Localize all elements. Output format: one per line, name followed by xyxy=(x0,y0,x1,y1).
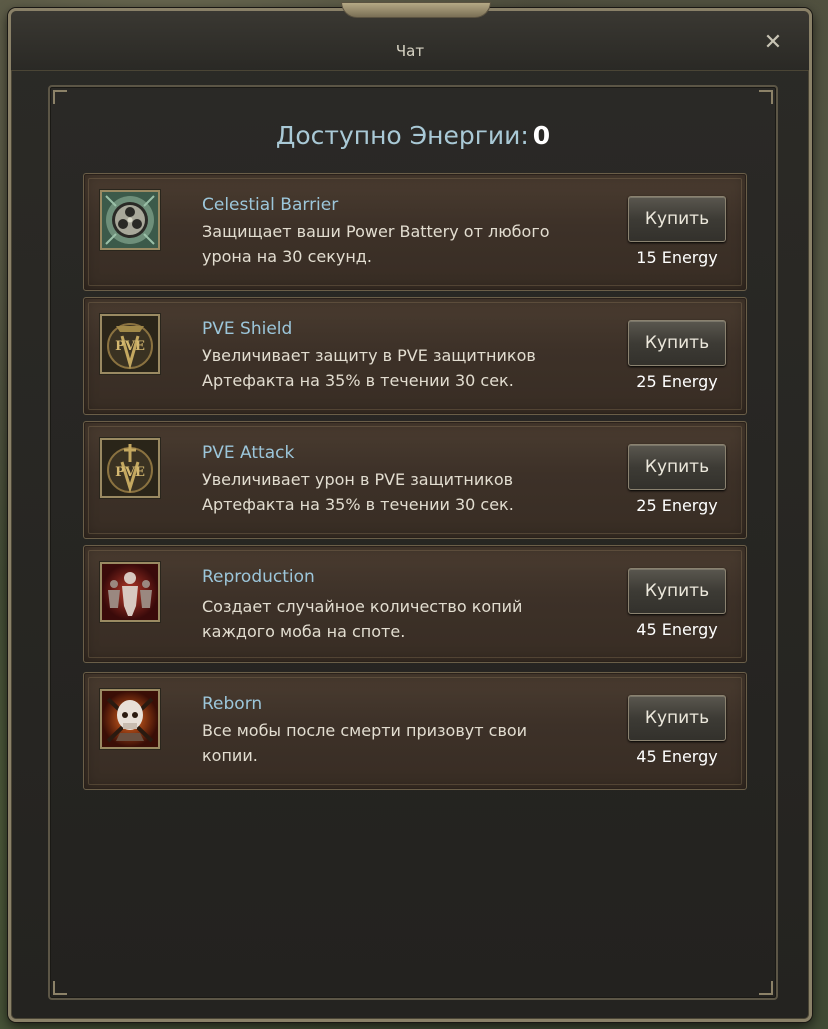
reproduction-icon xyxy=(100,562,160,622)
item-price: 45 Energy xyxy=(636,747,718,766)
item-price: 15 Energy xyxy=(636,248,718,267)
shop-item-reproduction: Reproduction Создает случайное количеств… xyxy=(83,545,747,663)
item-desc-line: урона на 30 секунд. xyxy=(202,247,372,266)
pve-attack-icon: PVE xyxy=(100,438,160,498)
buy-button-reborn[interactable]: Купить xyxy=(628,695,726,741)
item-name: Reborn xyxy=(202,694,263,714)
celestial-barrier-icon xyxy=(100,190,160,250)
reborn-icon-graphic xyxy=(102,691,158,747)
buy-button-pve-shield[interactable]: Купить xyxy=(628,320,726,366)
shop-item-pve-attack: PVE PVE Attack Увеличивает урон в PVE за… xyxy=(83,421,747,539)
item-price: 25 Energy xyxy=(636,372,718,391)
item-price: 25 Energy xyxy=(636,496,718,515)
item-name: Reproduction xyxy=(202,567,315,587)
reborn-icon xyxy=(100,689,160,749)
buy-button-reproduction[interactable]: Купить xyxy=(628,568,726,614)
item-name: Celestial Barrier xyxy=(202,195,339,215)
svg-text:PVE: PVE xyxy=(115,339,145,354)
energy-label: Доступно Энергии: xyxy=(275,121,529,150)
buy-button-pve-attack[interactable]: Купить xyxy=(628,444,726,490)
shop-item-pve-shield: PVE PVE Shield Увеличивает защиту в PVE … xyxy=(83,297,747,415)
window-titlebar[interactable]: Чат ✕ xyxy=(11,2,809,71)
pve-shield-icon-graphic: PVE xyxy=(102,316,158,372)
celestial-barrier-icon-graphic xyxy=(102,192,158,248)
item-desc-line: копии. xyxy=(202,746,258,765)
item-description: Увеличивает урон в PVE защитников Артефа… xyxy=(202,467,622,517)
item-desc-line: Создает случайное количество копий xyxy=(202,597,523,616)
item-name: PVE Shield xyxy=(202,319,293,339)
corner-ornament xyxy=(759,981,773,995)
energy-header: Доступно Энергии: 0 xyxy=(50,121,776,150)
close-button[interactable]: ✕ xyxy=(761,31,785,55)
title-ornament xyxy=(341,2,491,18)
shop-item-celestial-barrier: Celestial Barrier Защищает ваши Power Ba… xyxy=(83,173,747,291)
energy-value: 0 xyxy=(532,121,551,150)
chat-window: Чат ✕ Доступно Энергии: 0 Celestial Barr… xyxy=(8,2,812,1022)
item-desc-line: Увеличивает урон в PVE защитников xyxy=(202,470,514,489)
item-description: Создает случайное количество копий каждо… xyxy=(202,594,622,644)
item-desc-line: Защищает ваши Power Battery от любого xyxy=(202,222,550,241)
item-name: PVE Attack xyxy=(202,443,295,463)
item-desc-line: Увеличивает защиту в PVE защитников xyxy=(202,346,536,365)
pve-shield-icon: PVE xyxy=(100,314,160,374)
item-price: 45 Energy xyxy=(636,620,718,639)
shop-item-reborn: Reborn Все мобы после смерти призовут св… xyxy=(83,672,747,790)
item-description: Все мобы после смерти призовут свои копи… xyxy=(202,718,622,768)
item-desc-line: Артефакта на 35% в течении 30 сек. xyxy=(202,495,514,514)
item-description: Увеличивает защиту в PVE защитников Арте… xyxy=(202,343,622,393)
corner-ornament xyxy=(53,981,67,995)
corner-ornament xyxy=(759,90,773,104)
item-description: Защищает ваши Power Battery от любого ур… xyxy=(202,219,622,269)
svg-text:PVE: PVE xyxy=(115,465,145,480)
item-desc-line: каждого моба на споте. xyxy=(202,622,406,641)
pve-attack-icon-graphic: PVE xyxy=(102,440,158,496)
corner-ornament xyxy=(53,90,67,104)
buy-button-celestial-barrier[interactable]: Купить xyxy=(628,196,726,242)
window-title: Чат xyxy=(395,42,425,60)
item-desc-line: Артефакта на 35% в течении 30 сек. xyxy=(202,371,514,390)
item-desc-line: Все мобы после смерти призовут свои xyxy=(202,721,528,740)
shop-panel: Доступно Энергии: 0 Celestial Barrier За… xyxy=(48,85,778,1000)
reproduction-icon-graphic xyxy=(102,564,158,620)
